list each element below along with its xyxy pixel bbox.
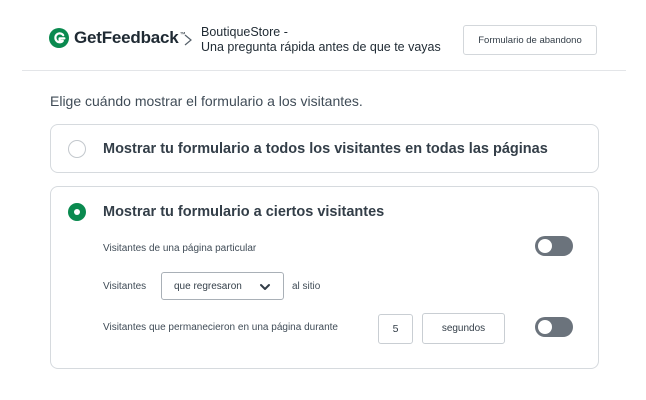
header-divider bbox=[22, 70, 626, 71]
time-on-page-label: Visitantes que permanecieron en una pági… bbox=[103, 322, 338, 333]
breadcrumb-form: Una pregunta rápida antes de que te vaya… bbox=[201, 40, 441, 54]
abandonment-form-button[interactable]: Formulario de abandono bbox=[463, 25, 597, 55]
option-all-visitors-label: Mostrar tu formulario a todos los visita… bbox=[103, 141, 548, 157]
visitor-type-value: que regresaron bbox=[174, 281, 242, 292]
brand-logo[interactable]: GetFeedback ™ bbox=[49, 28, 186, 48]
radio-all-visitors[interactable] bbox=[68, 140, 86, 158]
visitor-type-select[interactable]: que regresaron bbox=[161, 272, 284, 300]
breadcrumb: BoutiqueStore - Una pregunta rápida ante… bbox=[201, 25, 441, 55]
particular-page-label: Visitantes de una página particular bbox=[103, 243, 257, 254]
app-header: GetFeedback ™ BoutiqueStore - Una pregun… bbox=[0, 0, 646, 72]
returning-prefix: Visitantes bbox=[103, 281, 147, 292]
getfeedback-logo-icon bbox=[49, 28, 69, 48]
option-certain-visitors-label: Mostrar tu formulario a ciertos visitant… bbox=[103, 204, 385, 220]
time-unit-select[interactable]: segundos bbox=[422, 313, 505, 344]
time-on-page-toggle[interactable] bbox=[535, 317, 573, 337]
returning-suffix: al sitio bbox=[292, 281, 321, 292]
option-certain-visitors[interactable]: Mostrar tu formulario a ciertos visitant… bbox=[50, 186, 599, 369]
chevron-right-icon bbox=[184, 34, 192, 46]
particular-page-toggle[interactable] bbox=[535, 236, 573, 256]
intro-text: Elige cuándo mostrar el formulario a los… bbox=[50, 93, 363, 109]
brand-name: GetFeedback bbox=[74, 28, 179, 47]
option-all-visitors[interactable]: Mostrar tu formulario a todos los visita… bbox=[50, 124, 599, 173]
chevron-down-icon bbox=[260, 284, 270, 290]
seconds-input[interactable]: 5 bbox=[378, 314, 413, 344]
radio-certain-visitors[interactable] bbox=[68, 203, 86, 221]
breadcrumb-project[interactable]: BoutiqueStore - bbox=[201, 25, 441, 40]
